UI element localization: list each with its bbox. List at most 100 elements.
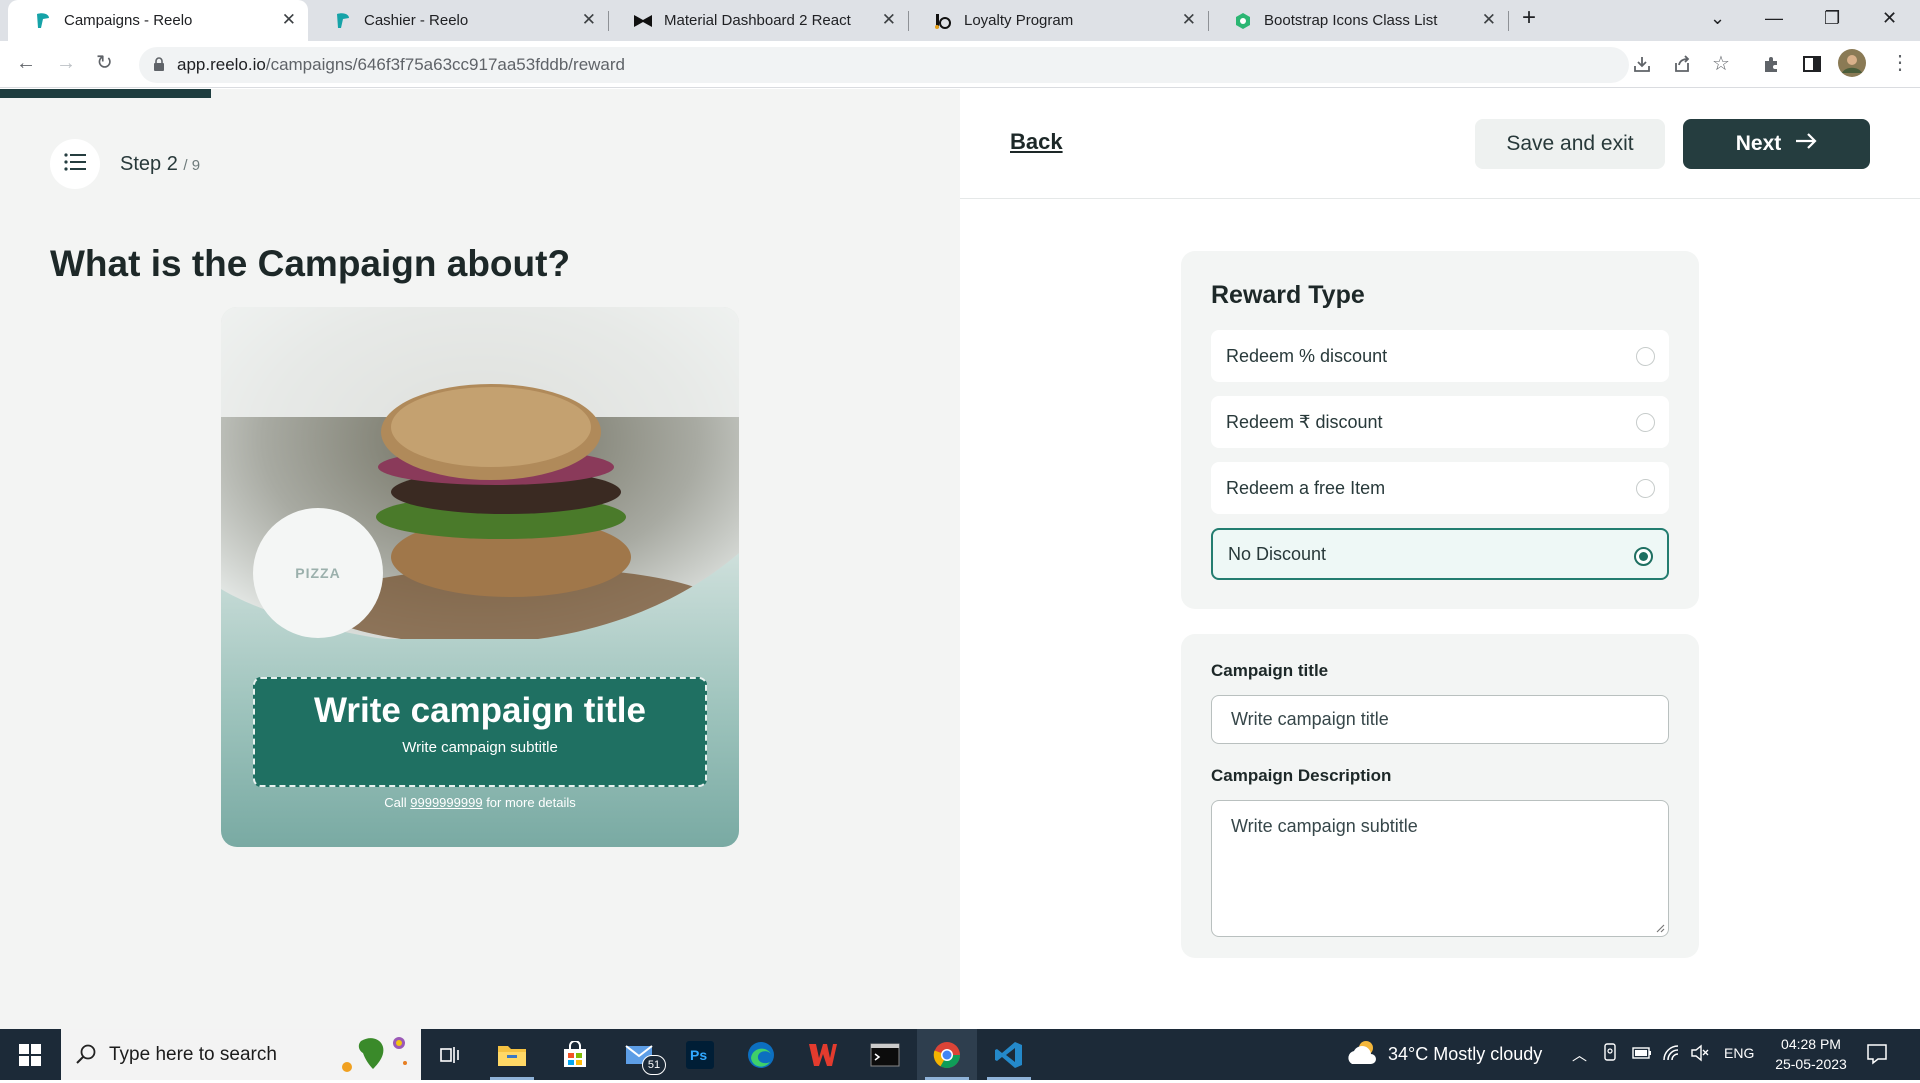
weather-widget[interactable]: 34°C Mostly cloudy: [1346, 1029, 1542, 1080]
resize-handle-icon[interactable]: [1655, 923, 1665, 933]
tab-title: Campaigns - Reelo: [64, 12, 193, 29]
phone-number: 9999999999: [410, 795, 483, 810]
tab-loyalty-program[interactable]: Loyalty Program ✕: [908, 0, 1208, 41]
profile-avatar[interactable]: [1838, 49, 1866, 82]
notifications-icon[interactable]: [1866, 1043, 1888, 1069]
windows-start-icon[interactable]: [19, 1044, 41, 1071]
install-app-icon[interactable]: [1632, 54, 1652, 79]
system-clock[interactable]: 04:28 PM 25-05-2023: [1766, 1034, 1856, 1074]
call-prefix: Call: [384, 795, 407, 810]
restore-window-icon[interactable]: ❐: [1824, 8, 1840, 29]
tab-search-chevron-icon[interactable]: ⌄: [1710, 8, 1725, 29]
clock-date: 25-05-2023: [1775, 1056, 1847, 1072]
bookmark-star-icon[interactable]: ☆: [1712, 51, 1730, 76]
search-placeholder: Type here to search: [109, 1043, 277, 1065]
tab-title: Material Dashboard 2 React: [664, 12, 851, 29]
brand-logo-placeholder: PIZZA: [253, 508, 383, 638]
side-panel-icon[interactable]: [1802, 54, 1822, 79]
campaign-preview-card: PIZZA Write campaign title Write campaig…: [221, 307, 739, 847]
show-hidden-icons-chevron-icon[interactable]: ︿: [1572, 1044, 1587, 1065]
microsoft-store-icon[interactable]: [545, 1029, 605, 1080]
list-icon: [64, 152, 86, 176]
page-title: What is the Campaign about?: [50, 243, 571, 284]
browser-toolbar: ← → ↻ app.reelo.io/campaigns/646f3f75a63…: [0, 41, 1920, 88]
close-tab-icon[interactable]: ✕: [582, 11, 596, 29]
back-button[interactable]: Back: [1010, 129, 1063, 155]
radio-button-selected[interactable]: [1634, 547, 1653, 566]
tab-title: Bootstrap Icons Class List: [1264, 12, 1438, 29]
wifi-icon[interactable]: [1662, 1044, 1682, 1066]
mail-icon[interactable]: 51: [610, 1029, 670, 1080]
close-tab-icon[interactable]: ✕: [1482, 11, 1496, 29]
input-language[interactable]: ENG: [1724, 1045, 1754, 1061]
vscode-icon[interactable]: [979, 1029, 1039, 1080]
preview-title: Write campaign title: [314, 691, 646, 730]
tab-material-dashboard[interactable]: Material Dashboard 2 React ✕: [608, 0, 908, 41]
browser-tab-bar: Campaigns - Reelo ✕ Cashier - Reelo ✕ Ma…: [0, 0, 1920, 41]
radio-button[interactable]: [1636, 413, 1655, 432]
campaign-title-input[interactable]: Write campaign title: [1211, 695, 1669, 744]
share-icon[interactable]: [1672, 54, 1692, 79]
reward-type-panel: Reward Type Redeem % discount Redeem ₹ d…: [1181, 251, 1699, 609]
reelo-favicon-icon: [334, 12, 352, 30]
campaign-description-textarea[interactable]: Write campaign subtitle: [1211, 800, 1669, 937]
tab-separator: [1508, 11, 1509, 31]
taskbar-search-box[interactable]: Type here to search: [61, 1029, 421, 1080]
reward-option-no-discount[interactable]: No Discount: [1211, 528, 1669, 580]
forward-arrow-icon[interactable]: →: [56, 52, 76, 74]
steps-menu-button[interactable]: [50, 139, 100, 189]
reward-option-rupee-discount[interactable]: Redeem ₹ discount: [1211, 396, 1669, 448]
bow-tie-favicon-icon: [634, 12, 652, 30]
task-view-icon[interactable]: [421, 1029, 481, 1080]
url-host: app.reelo.io: [177, 55, 266, 74]
device-icon[interactable]: [1602, 1043, 1618, 1067]
reward-option-label: No Discount: [1228, 543, 1327, 564]
close-tab-icon[interactable]: ✕: [882, 11, 896, 29]
terminal-icon[interactable]: [855, 1029, 915, 1080]
tab-cashier[interactable]: Cashier - Reelo ✕: [308, 0, 608, 41]
new-tab-plus-icon[interactable]: +: [1522, 4, 1536, 32]
save-and-exit-button[interactable]: Save and exit: [1475, 119, 1665, 169]
file-explorer-icon[interactable]: [482, 1029, 542, 1080]
tab-bootstrap-icons[interactable]: Bootstrap Icons Class List ✕: [1208, 0, 1508, 41]
reelo-favicon-icon: [34, 12, 52, 30]
campaign-title-label: Campaign title: [1211, 661, 1329, 680]
reward-option-free-item[interactable]: Redeem a free Item: [1211, 462, 1669, 514]
back-arrow-icon[interactable]: ←: [16, 52, 36, 74]
weather-text: 34°C Mostly cloudy: [1388, 1044, 1543, 1064]
browser-menu-icon[interactable]: ⋮: [1890, 50, 1910, 75]
wps-office-icon[interactable]: [793, 1029, 853, 1080]
reward-option-label: Redeem ₹ discount: [1226, 411, 1383, 432]
speaker-muted-icon[interactable]: [1690, 1044, 1710, 1066]
close-window-icon[interactable]: ✕: [1882, 8, 1897, 29]
reward-option-label: Redeem a free Item: [1226, 477, 1386, 498]
campaign-form-pane: Back Save and exit Next Reward Type Rede…: [960, 89, 1920, 1029]
call-suffix: for more details: [486, 795, 576, 810]
next-button[interactable]: Next: [1683, 119, 1870, 169]
radio-button[interactable]: [1636, 347, 1655, 366]
search-icon: [75, 1043, 97, 1071]
preview-pane: Step 2 / 9 What is the Campaign about? P…: [0, 89, 960, 1029]
close-tab-icon[interactable]: ✕: [1182, 11, 1196, 29]
radio-button[interactable]: [1636, 479, 1655, 498]
header-divider: [960, 198, 1920, 199]
extensions-puzzle-icon[interactable]: [1762, 54, 1782, 79]
windows-taskbar: Type here to search 51 Ps 34°C Mostly cl…: [0, 1029, 1920, 1080]
clock-time: 04:28 PM: [1781, 1036, 1841, 1052]
photoshop-icon[interactable]: Ps: [670, 1029, 730, 1080]
step-label: Step 2: [120, 153, 178, 175]
address-bar[interactable]: app.reelo.io/campaigns/646f3f75a63cc917a…: [139, 47, 1629, 83]
minimize-window-icon[interactable]: —: [1765, 8, 1783, 29]
url-path: /campaigns/646f3f75a63cc917aa53fddb/rewa…: [265, 55, 625, 74]
battery-icon[interactable]: [1632, 1046, 1652, 1064]
next-button-label: Next: [1735, 132, 1782, 155]
preview-subtitle: Write campaign subtitle: [402, 739, 558, 756]
campaign-details-panel: Campaign title Write campaign title Camp…: [1181, 634, 1699, 958]
reward-option-percent-discount[interactable]: Redeem % discount: [1211, 330, 1669, 382]
chrome-icon[interactable]: [917, 1029, 977, 1080]
tab-campaigns[interactable]: Campaigns - Reelo ✕: [8, 0, 308, 41]
close-tab-icon[interactable]: ✕: [282, 11, 296, 29]
reload-icon[interactable]: ↻: [96, 52, 113, 74]
edge-browser-icon[interactable]: [731, 1029, 791, 1080]
mail-unread-badge: 51: [642, 1055, 666, 1075]
